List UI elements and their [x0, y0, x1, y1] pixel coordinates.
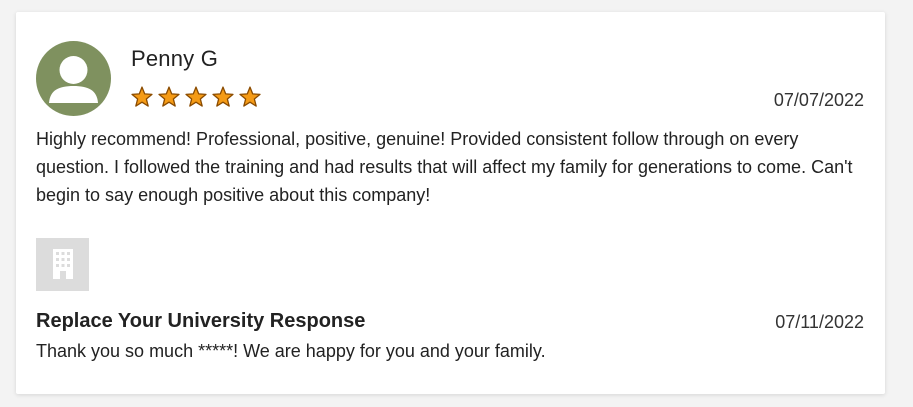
star-icon [131, 86, 153, 107]
building-icon [36, 238, 89, 291]
star-icon [212, 86, 234, 107]
star-icon [158, 86, 180, 107]
response-date: 07/11/2022 [775, 312, 864, 332]
star-rating [130, 85, 262, 109]
user-avatar-icon [36, 41, 111, 116]
response-text: Thank you so much *****! We are happy fo… [36, 341, 546, 361]
review-card: Penny G 07/07/2022 Highly recommend! Pro… [16, 12, 885, 394]
star-icon [239, 86, 261, 107]
review-date: 07/07/2022 [773, 90, 864, 110]
star-icon [185, 86, 207, 107]
reviewer-name: Penny G [131, 46, 219, 71]
response-title: Replace Your University Response [36, 310, 366, 332]
review-text: Highly recommend! Professional, positive… [36, 129, 853, 205]
